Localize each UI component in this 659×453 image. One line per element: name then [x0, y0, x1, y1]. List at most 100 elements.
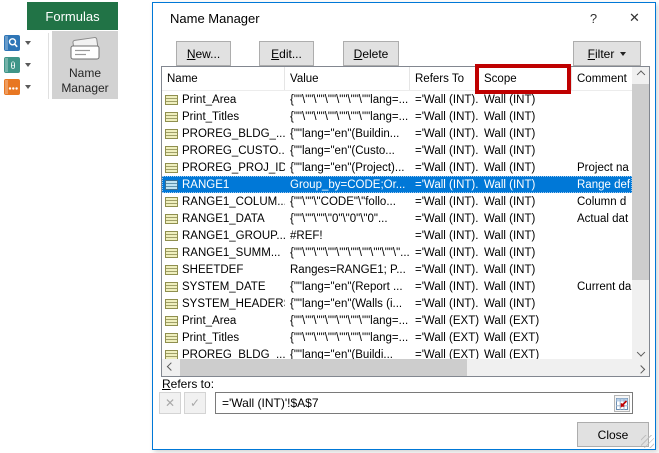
range-selector-icon[interactable] [614, 395, 630, 412]
defined-name-icon [165, 180, 178, 190]
table-row[interactable]: PROREG_BLDG_...{""lang="en"(Buildi...='W… [162, 346, 632, 359]
table-header: Name Value Refers To Scope Comment [162, 67, 632, 91]
chevron-down-icon [25, 85, 31, 89]
column-header-value[interactable]: Value [285, 67, 410, 90]
cell-refers_to: ='Wall (INT)... [410, 142, 479, 159]
table-row[interactable]: RANGE1_SUMM...{""\""\""\""\""\""\""\""\"… [162, 244, 632, 261]
use-in-formula-button[interactable]: θ [2, 54, 48, 76]
cell-refers_to: ='Wall (EXT)... [410, 329, 479, 346]
cell-comment: Column d [572, 193, 632, 210]
cell-value: {""\""\""\""\""\""\""\""\""\"... [285, 244, 410, 261]
cell-name: Print_Area [162, 312, 285, 329]
close-button[interactable]: Close [577, 422, 649, 447]
cell-name: PROREG_CUSTO... [162, 142, 285, 159]
confirm-entry-button: ✓ [184, 392, 206, 414]
name-tags-icon [66, 37, 104, 62]
cell-refers_to: ='Wall (INT)... [410, 159, 479, 176]
name-manager-label-line2: Manager [61, 81, 108, 96]
cell-scope: Wall (INT) [479, 261, 572, 278]
table-row[interactable]: SYSTEM_DATE{""lang="en"(Report ...='Wall… [162, 278, 632, 295]
close-icon[interactable]: ✕ [614, 3, 655, 33]
cell-name: RANGE1_GROUP... [162, 227, 285, 244]
filter-button[interactable]: Filter [573, 41, 641, 66]
table-row[interactable]: SHEETDEFRanges=RANGE1; P...='Wall (INT).… [162, 261, 632, 278]
table-body: Print_Area{""\""\""\""\""\""\""lang=...=… [162, 91, 632, 359]
defined-name-icon [165, 282, 178, 292]
scroll-down-icon[interactable] [632, 342, 649, 359]
cell-refers_to: ='Wall (INT)... [410, 295, 479, 312]
filter-label: Filter [588, 47, 615, 61]
cell-scope: Wall (INT) [479, 176, 572, 193]
dots-book-icon [4, 79, 20, 95]
defined-name-icon [165, 129, 178, 139]
scroll-right-icon[interactable] [632, 359, 649, 376]
horizontal-scrollbar-thumb[interactable] [180, 359, 467, 376]
table-row[interactable]: Print_Area{""\""\""\""\""\""\""lang=...=… [162, 312, 632, 329]
table-row[interactable]: PROREG_CUSTO...{""lang="en"(Custo...='Wa… [162, 142, 632, 159]
define-name-button[interactable] [2, 32, 48, 54]
help-icon[interactable]: ? [573, 3, 614, 33]
cell-refers_to: ='Wall (INT)... [410, 108, 479, 125]
column-header-refers-to[interactable]: Refers To [410, 67, 479, 90]
column-header-scope[interactable]: Scope [479, 67, 572, 90]
table-row[interactable]: PROREG_PROJ_ID{""lang="en"(Project)...='… [162, 159, 632, 176]
cell-refers_to: ='Wall (INT)... [410, 227, 479, 244]
defined-name-icon [165, 163, 178, 173]
defined-names-icon-column: θ [2, 32, 48, 98]
cell-refers_to: ='Wall (INT)... [410, 193, 479, 210]
cell-name: Print_Titles [162, 329, 285, 346]
vertical-scrollbar[interactable] [632, 67, 649, 359]
column-header-name[interactable]: Name [162, 67, 285, 90]
refers-to-input[interactable]: ='Wall (INT)'!$A$7 [215, 392, 633, 414]
refers-to-value: ='Wall (INT)'!$A$7 [222, 396, 319, 410]
cell-name: PROREG_PROJ_ID [162, 159, 285, 176]
refers-to-label: Refers to: [162, 377, 214, 391]
names-table: Name Value Refers To Scope Comment Print… [161, 66, 650, 377]
cell-scope: Wall (INT) [479, 142, 572, 159]
cell-name: SHEETDEF [162, 261, 285, 278]
edit-button[interactable]: Edit... [259, 41, 314, 66]
table-row[interactable]: RANGE1_GROUP...#REF!='Wall (INT)...Wall … [162, 227, 632, 244]
cell-scope: Wall (INT) [479, 244, 572, 261]
cell-comment [572, 346, 632, 359]
cell-scope: Wall (EXT) [479, 312, 572, 329]
cell-value: {""lang="en"(Buildi... [285, 346, 410, 359]
name-manager-button[interactable]: Name Manager [52, 31, 118, 99]
cell-value: {""\""\""\""\""\""\""lang=... [285, 329, 410, 346]
cell-scope: Wall (INT) [479, 91, 572, 108]
column-header-comment[interactable]: Comment [572, 67, 632, 90]
cell-scope: Wall (INT) [479, 193, 572, 210]
cell-name: PROREG_BLDG_... [162, 346, 285, 359]
table-row[interactable]: PROREG_BLDG_...{""lang="en"(Buildin...='… [162, 125, 632, 142]
scroll-left-icon[interactable] [162, 359, 179, 376]
cell-value: {""\""\""\"0"\"0"\"0"... [285, 210, 410, 227]
delete-button[interactable]: Delete [343, 41, 399, 66]
dialog-title: Name Manager [170, 11, 260, 26]
table-row[interactable]: RANGE1Group_by=CODE;Or...='Wall (INT)...… [162, 176, 632, 193]
resize-grip[interactable] [641, 435, 654, 448]
cell-comment [572, 244, 632, 261]
vertical-scrollbar-thumb[interactable] [632, 84, 649, 280]
cell-refers_to: ='Wall (EXT)... [410, 346, 479, 359]
table-row[interactable]: RANGE1_DATA{""\""\""\"0"\"0"\"0"...='Wal… [162, 210, 632, 227]
cell-value: #REF! [285, 227, 410, 244]
table-row[interactable]: RANGE1_COLUM...{""\""\"CODE"\"follo...='… [162, 193, 632, 210]
ribbon-separator [48, 33, 49, 99]
cell-value: Group_by=CODE;Or... [285, 176, 410, 193]
cell-scope: Wall (EXT) [479, 329, 572, 346]
cell-name: Print_Area [162, 91, 285, 108]
cell-value: Ranges=RANGE1; P... [285, 261, 410, 278]
cell-refers_to: ='Wall (EXT)... [410, 312, 479, 329]
table-row[interactable]: Print_Titles{""\""\""\""\""\""\""lang=..… [162, 108, 632, 125]
table-row[interactable]: SYSTEM_HEADERS{""lang="en"(Walls (i...='… [162, 295, 632, 312]
cell-value: {""lang="en"(Buildin... [285, 125, 410, 142]
magnifier-book-icon [4, 35, 20, 51]
new-button[interactable]: New... [176, 41, 231, 66]
table-row[interactable]: Print_Area{""\""\""\""\""\""\""lang=...=… [162, 91, 632, 108]
scroll-up-icon[interactable] [632, 67, 649, 84]
cell-name: RANGE1_SUMM... [162, 244, 285, 261]
create-from-selection-button[interactable] [2, 76, 48, 98]
horizontal-scrollbar[interactable] [162, 359, 649, 376]
tab-formulas[interactable]: Formulas [27, 2, 118, 30]
table-row[interactable]: Print_Titles{""\""\""\""\""\""\""lang=..… [162, 329, 632, 346]
